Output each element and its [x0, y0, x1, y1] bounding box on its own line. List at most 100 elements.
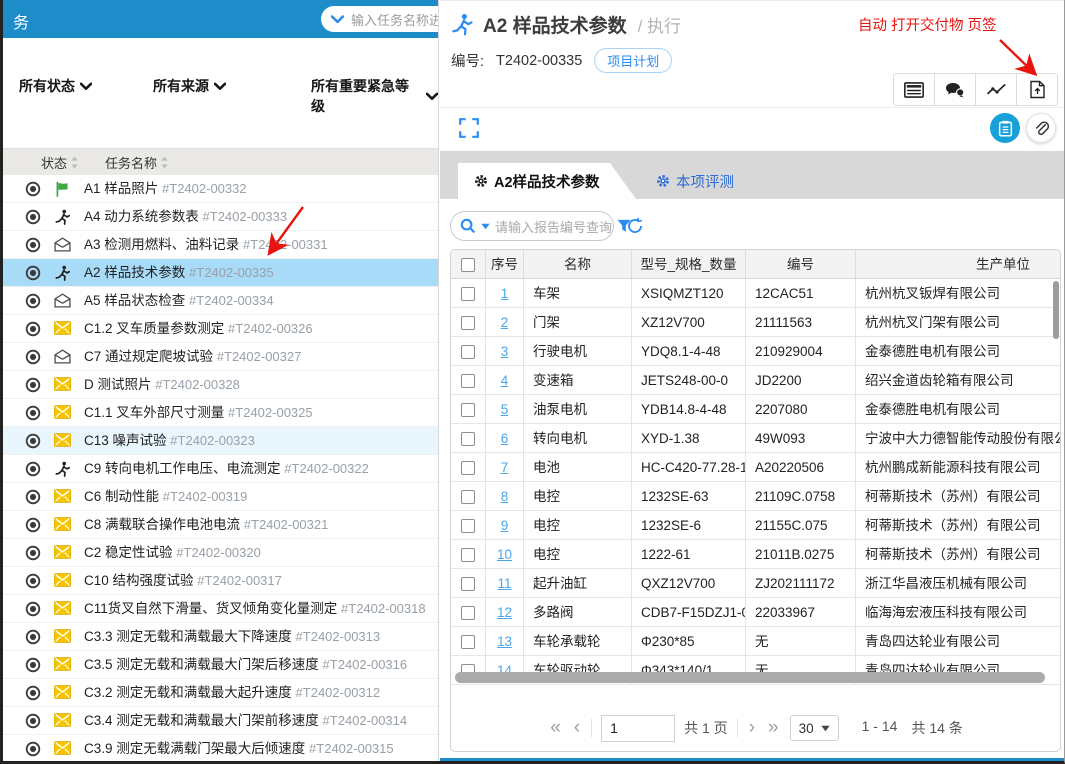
caret-down-icon[interactable] — [481, 223, 490, 230]
task-search-input[interactable]: 输入任务名称进行 — [321, 6, 438, 32]
status-radio-icon[interactable] — [25, 685, 41, 701]
task-row[interactable]: C3.5 测定无载和满载最大门架后移速度 #T2402-00316 — [3, 651, 438, 679]
task-row[interactable]: C8 满载联合操作电池电流 #T2402-00321 — [3, 511, 438, 539]
status-radio-icon[interactable] — [25, 265, 41, 281]
report-search-input[interactable]: 请输入报告编号查询 — [450, 211, 631, 241]
filter-priority[interactable]: 所有重要紧急等级 — [311, 76, 438, 116]
status-radio-icon[interactable] — [25, 209, 41, 225]
row-checkbox[interactable] — [461, 374, 475, 389]
status-radio-icon[interactable] — [25, 377, 41, 393]
status-radio-icon[interactable] — [25, 517, 41, 533]
tab-a2-params[interactable]: A2样品技术参数 — [458, 163, 636, 199]
status-radio-icon[interactable] — [25, 321, 41, 337]
row-index-link[interactable]: 10 — [497, 547, 512, 562]
task-row[interactable]: C13 噪声试验 #T2402-00323 — [3, 427, 438, 455]
sort-icon[interactable] — [160, 156, 169, 169]
row-index-link[interactable]: 6 — [501, 431, 509, 446]
task-row[interactable]: C6 制动性能 #T2402-00319 — [3, 483, 438, 511]
task-row[interactable]: A2 样品技术参数 #T2402-00335 — [3, 259, 438, 287]
row-checkbox[interactable] — [461, 577, 475, 592]
row-index-link[interactable]: 7 — [501, 460, 509, 475]
status-radio-icon[interactable] — [25, 573, 41, 589]
task-row[interactable]: C3.3 测定无载和满载最大下降速度 #T2402-00313 — [3, 623, 438, 651]
progress-button[interactable] — [975, 73, 1017, 106]
first-page-button[interactable]: « — [548, 717, 563, 739]
row-checkbox[interactable] — [461, 519, 475, 534]
refresh-button[interactable] — [626, 217, 644, 235]
task-row[interactable]: C1.2 叉车质量参数测定 #T2402-00326 — [3, 315, 438, 343]
status-radio-icon[interactable] — [25, 629, 41, 645]
status-radio-icon[interactable] — [25, 433, 41, 449]
next-page-button[interactable]: › — [747, 717, 757, 739]
select-all-checkbox[interactable] — [461, 258, 475, 273]
horizontal-scrollbar[interactable] — [455, 672, 1045, 683]
column-status[interactable]: 状态 — [41, 153, 79, 172]
sort-icon[interactable] — [70, 156, 79, 169]
row-checkbox[interactable] — [461, 432, 475, 447]
task-row[interactable]: D 测试照片 #T2402-00328 — [3, 371, 438, 399]
task-row[interactable]: C3.4 测定无载和满载最大门架前移速度 #T2402-00314 — [3, 707, 438, 735]
code-value: T2402-00335 — [496, 52, 583, 69]
task-row[interactable]: C9 转向电机工作电压、电流测定 #T2402-00322 — [3, 455, 438, 483]
row-index-link[interactable]: 13 — [497, 634, 512, 649]
row-index-link[interactable]: 11 — [497, 576, 511, 591]
status-radio-icon[interactable] — [25, 545, 41, 561]
task-row[interactable]: C7 通过规定爬坡试验 #T2402-00327 — [3, 343, 438, 371]
task-row[interactable]: C1.1 叉车外部尺寸测量 #T2402-00325 — [3, 399, 438, 427]
row-index-link[interactable]: 4 — [501, 373, 509, 388]
page-size-select[interactable]: 30 — [789, 715, 839, 741]
row-index-link[interactable]: 8 — [501, 489, 509, 504]
expand-button[interactable] — [458, 117, 480, 139]
status-radio-icon[interactable] — [25, 657, 41, 673]
row-index-link[interactable]: 12 — [497, 605, 512, 620]
attachment-button[interactable] — [1026, 113, 1056, 143]
status-radio-icon[interactable] — [25, 237, 41, 253]
row-checkbox[interactable] — [461, 316, 475, 331]
chevron-down-icon[interactable] — [331, 14, 344, 24]
row-index-link[interactable]: 3 — [501, 344, 509, 359]
comments-button[interactable] — [934, 73, 976, 106]
task-row[interactable]: C10 结构强度试验 #T2402-00317 — [3, 567, 438, 595]
status-radio-icon[interactable] — [25, 489, 41, 505]
row-index-link[interactable]: 5 — [501, 402, 509, 417]
row-checkbox[interactable] — [461, 635, 475, 650]
row-checkbox[interactable] — [461, 345, 475, 360]
filter-source[interactable]: 所有来源 — [153, 76, 226, 96]
last-page-button[interactable]: » — [766, 717, 781, 739]
status-radio-icon[interactable] — [25, 293, 41, 309]
row-index-link[interactable]: 9 — [501, 518, 509, 533]
row-index-link[interactable]: 2 — [501, 315, 509, 330]
form-view-button[interactable] — [893, 73, 935, 106]
task-row[interactable]: C2 稳定性试验 #T2402-00320 — [3, 539, 438, 567]
task-row[interactable]: A4 动力系统参数表 #T2402-00333 — [3, 203, 438, 231]
row-checkbox[interactable] — [461, 548, 475, 563]
task-row[interactable]: C3.9 测定无载满载门架最大后倾速度 #T2402-00315 — [3, 735, 438, 761]
row-checkbox[interactable] — [461, 403, 475, 418]
task-row[interactable]: A5 样品状态检查 #T2402-00334 — [3, 287, 438, 315]
row-checkbox[interactable] — [461, 461, 475, 476]
deliverable-list-button[interactable] — [990, 113, 1020, 143]
status-radio-icon[interactable] — [25, 349, 41, 365]
deliverable-button[interactable] — [1016, 73, 1058, 106]
row-index-link[interactable]: 1 — [501, 286, 509, 301]
tab-evaluation[interactable]: 本项评测 — [656, 163, 734, 199]
vertical-scrollbar[interactable] — [1053, 281, 1059, 339]
row-checkbox[interactable] — [461, 287, 475, 302]
status-radio-icon[interactable] — [25, 181, 41, 197]
prev-page-button[interactable]: ‹ — [572, 717, 582, 739]
task-row[interactable]: A3 检测用燃料、油料记录 #T2402-00331 — [3, 231, 438, 259]
column-task-name[interactable]: 任务名称 — [105, 153, 169, 172]
status-radio-icon[interactable] — [25, 713, 41, 729]
filter-status[interactable]: 所有状态 — [19, 76, 92, 96]
page-input[interactable] — [601, 714, 676, 742]
task-row[interactable]: C3.2 测定无载和满载最大起升速度 #T2402-00312 — [3, 679, 438, 707]
status-radio-icon[interactable] — [25, 461, 41, 477]
task-row[interactable]: C11货叉自然下滑量、货叉倾角变化量测定 #T2402-00318 — [3, 595, 438, 623]
row-checkbox[interactable] — [461, 490, 475, 505]
project-plan-badge[interactable]: 项目计划 — [594, 48, 673, 73]
status-radio-icon[interactable] — [25, 741, 41, 757]
row-checkbox[interactable] — [461, 606, 475, 621]
task-row[interactable]: A1 样品照片 #T2402-00332 — [3, 175, 438, 203]
status-radio-icon[interactable] — [25, 405, 41, 421]
status-radio-icon[interactable] — [25, 601, 41, 617]
